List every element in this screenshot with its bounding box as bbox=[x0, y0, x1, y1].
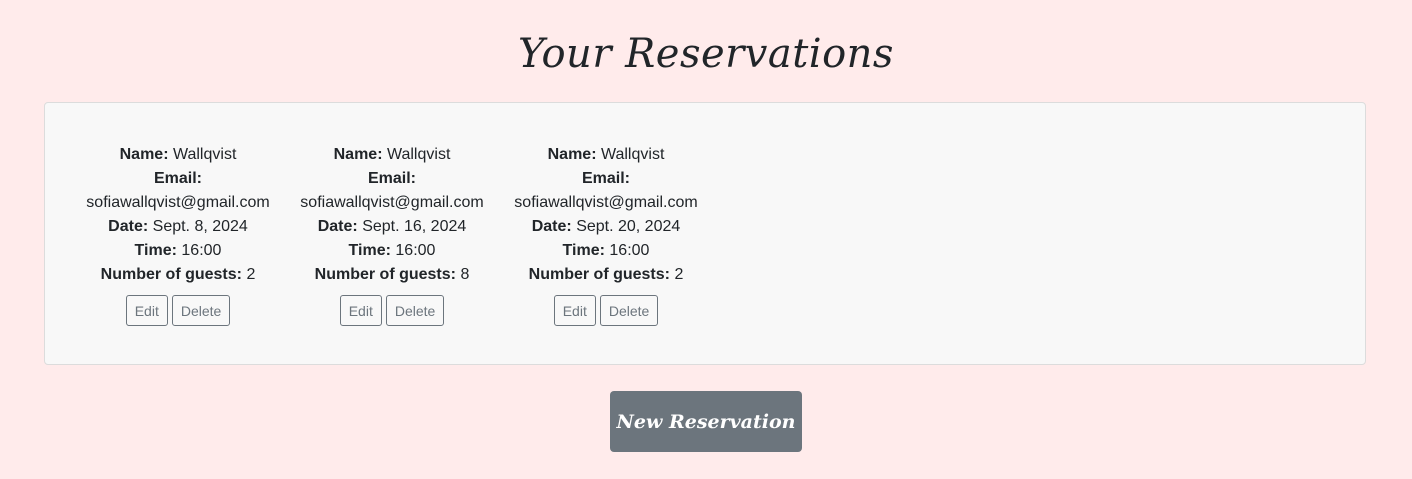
guests-row: Number of guests: 2 bbox=[71, 263, 285, 287]
name-value: Wallqvist bbox=[172, 146, 237, 163]
email-label-row: Email: bbox=[499, 167, 713, 191]
guests-value: 2 bbox=[246, 266, 256, 283]
email-value: sofiawallqvist@gmail.com bbox=[514, 194, 698, 211]
new-reservation-button[interactable]: New Reservation bbox=[610, 391, 802, 452]
edit-button[interactable]: Edit bbox=[125, 295, 168, 326]
email-label-row: Email: bbox=[71, 167, 285, 191]
email-label: Email: bbox=[367, 170, 416, 187]
card-actions: Edit Delete bbox=[499, 295, 713, 326]
edit-button[interactable]: Edit bbox=[553, 295, 596, 326]
time-value: 16:00 bbox=[395, 242, 436, 259]
page-title: Your Reservations bbox=[518, 31, 894, 77]
email-label: Email: bbox=[581, 170, 630, 187]
reservation-card: Name: Wallqvist Email: sofiawallqvist@gm… bbox=[71, 143, 285, 326]
name-row: Name: Wallqvist bbox=[285, 143, 499, 167]
time-label: Time: bbox=[348, 242, 391, 259]
date-row: Date: Sept. 16, 2024 bbox=[285, 215, 499, 239]
date-label: Date: bbox=[108, 218, 149, 235]
reservations-panel: Name: Wallqvist Email: sofiawallqvist@gm… bbox=[44, 102, 1366, 365]
email-label-row: Email: bbox=[285, 167, 499, 191]
guests-value: 2 bbox=[674, 266, 684, 283]
reservation-card: Name: Wallqvist Email: sofiawallqvist@gm… bbox=[285, 143, 499, 326]
reservation-card: Name: Wallqvist Email: sofiawallqvist@gm… bbox=[499, 143, 713, 326]
date-label: Date: bbox=[317, 218, 358, 235]
date-value: Sept. 8, 2024 bbox=[152, 218, 248, 235]
card-actions: Edit Delete bbox=[71, 295, 285, 326]
edit-button[interactable]: Edit bbox=[339, 295, 382, 326]
time-value: 16:00 bbox=[609, 242, 650, 259]
time-value: 16:00 bbox=[181, 242, 222, 259]
name-row: Name: Wallqvist bbox=[71, 143, 285, 167]
name-value: Wallqvist bbox=[600, 146, 665, 163]
date-row: Date: Sept. 20, 2024 bbox=[499, 215, 713, 239]
guests-label: Number of guests: bbox=[314, 266, 456, 283]
time-row: Time: 16:00 bbox=[71, 239, 285, 263]
guests-row: Number of guests: 8 bbox=[285, 263, 499, 287]
name-row: Name: Wallqvist bbox=[499, 143, 713, 167]
card-actions: Edit Delete bbox=[285, 295, 499, 326]
date-value: Sept. 16, 2024 bbox=[362, 218, 467, 235]
email-value: sofiawallqvist@gmail.com bbox=[86, 194, 270, 211]
name-label: Name: bbox=[547, 146, 597, 163]
email-value: sofiawallqvist@gmail.com bbox=[300, 194, 484, 211]
guests-label: Number of guests: bbox=[100, 266, 242, 283]
delete-button[interactable]: Delete bbox=[385, 295, 445, 326]
name-label: Name: bbox=[119, 146, 169, 163]
date-label: Date: bbox=[531, 218, 572, 235]
guests-label: Number of guests: bbox=[528, 266, 670, 283]
delete-button[interactable]: Delete bbox=[171, 295, 231, 326]
email-label: Email: bbox=[153, 170, 202, 187]
date-value: Sept. 20, 2024 bbox=[576, 218, 681, 235]
date-row: Date: Sept. 8, 2024 bbox=[71, 215, 285, 239]
name-value: Wallqvist bbox=[386, 146, 451, 163]
time-label: Time: bbox=[562, 242, 605, 259]
time-label: Time: bbox=[134, 242, 177, 259]
name-label: Name: bbox=[333, 146, 383, 163]
delete-button[interactable]: Delete bbox=[599, 295, 659, 326]
time-row: Time: 16:00 bbox=[285, 239, 499, 263]
guests-value: 8 bbox=[460, 266, 470, 283]
guests-row: Number of guests: 2 bbox=[499, 263, 713, 287]
time-row: Time: 16:00 bbox=[499, 239, 713, 263]
